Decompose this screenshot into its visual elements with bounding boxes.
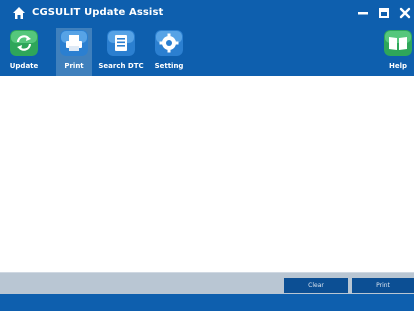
toolbar-print-label: Print: [64, 62, 84, 70]
footer: Clear Print: [0, 273, 414, 311]
toolbar-print[interactable]: Print: [56, 28, 92, 76]
home-icon: [13, 7, 25, 19]
window-title: CGSULIT Update Assist: [32, 7, 164, 18]
toolbar-setting[interactable]: Setting: [152, 28, 186, 76]
close-icon[interactable]: [397, 5, 413, 21]
title-bar: CGSULIT Update Assist: [0, 0, 414, 28]
toolbar-update-label: Update: [9, 62, 39, 70]
toolbar-setting-label: Setting: [154, 62, 184, 70]
toolbar-search-dtc-label: Search DTC: [98, 62, 144, 70]
print-icon: [60, 30, 88, 56]
gear-icon: [155, 30, 183, 56]
update-icon: [10, 30, 38, 56]
toolbar-help[interactable]: Help: [382, 28, 414, 76]
content-area: [0, 76, 414, 273]
toolbar: Update Print Search DTC Setting Help: [0, 28, 414, 76]
maximize-icon[interactable]: [376, 5, 392, 21]
app-window: CGSULIT Update Assist Update Print Searc…: [0, 0, 414, 311]
minimize-icon[interactable]: [355, 5, 371, 21]
book-icon: [384, 30, 412, 56]
toolbar-search-dtc[interactable]: Search DTC: [98, 28, 144, 76]
toolbar-help-label: Help: [388, 62, 408, 70]
print-button[interactable]: Print: [352, 278, 414, 293]
search-dtc-icon: [107, 30, 135, 56]
status-bar: [0, 294, 414, 311]
clear-button[interactable]: Clear: [284, 278, 348, 293]
toolbar-update[interactable]: Update: [6, 28, 42, 76]
